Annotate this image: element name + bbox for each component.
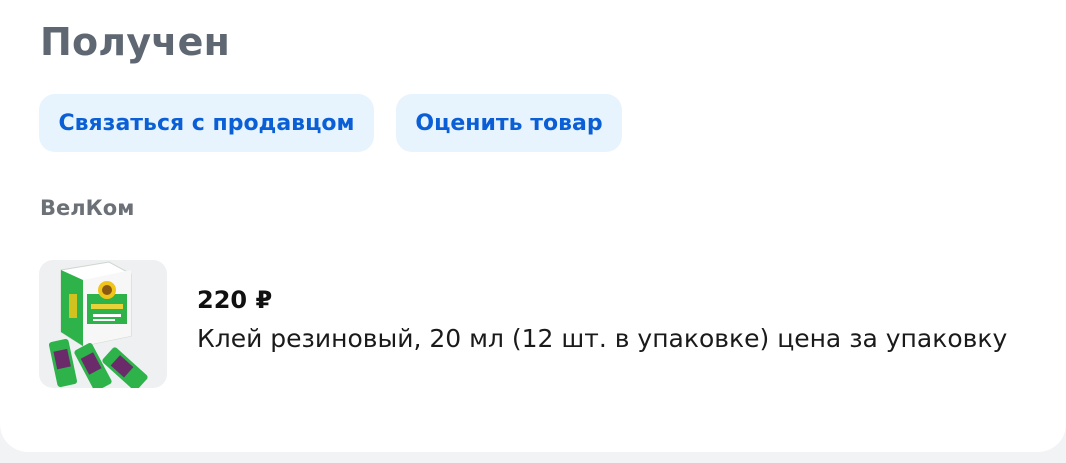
rate-product-button[interactable]: Оценить товар [396,94,622,152]
product-name-link[interactable]: Клей резиновый, 20 мл (12 шт. в упаковке… [197,324,1007,353]
seller-name: ВелКом [40,196,135,220]
order-card: Получен Связаться с продавцом Оценить то… [0,0,1066,452]
contact-seller-button[interactable]: Связаться с продавцом [39,94,374,152]
order-status-title: Получен [40,20,231,64]
glue-tubes-box-image [48,261,148,388]
product-image[interactable] [39,260,167,388]
product-price: 220 ₽ [197,286,273,314]
